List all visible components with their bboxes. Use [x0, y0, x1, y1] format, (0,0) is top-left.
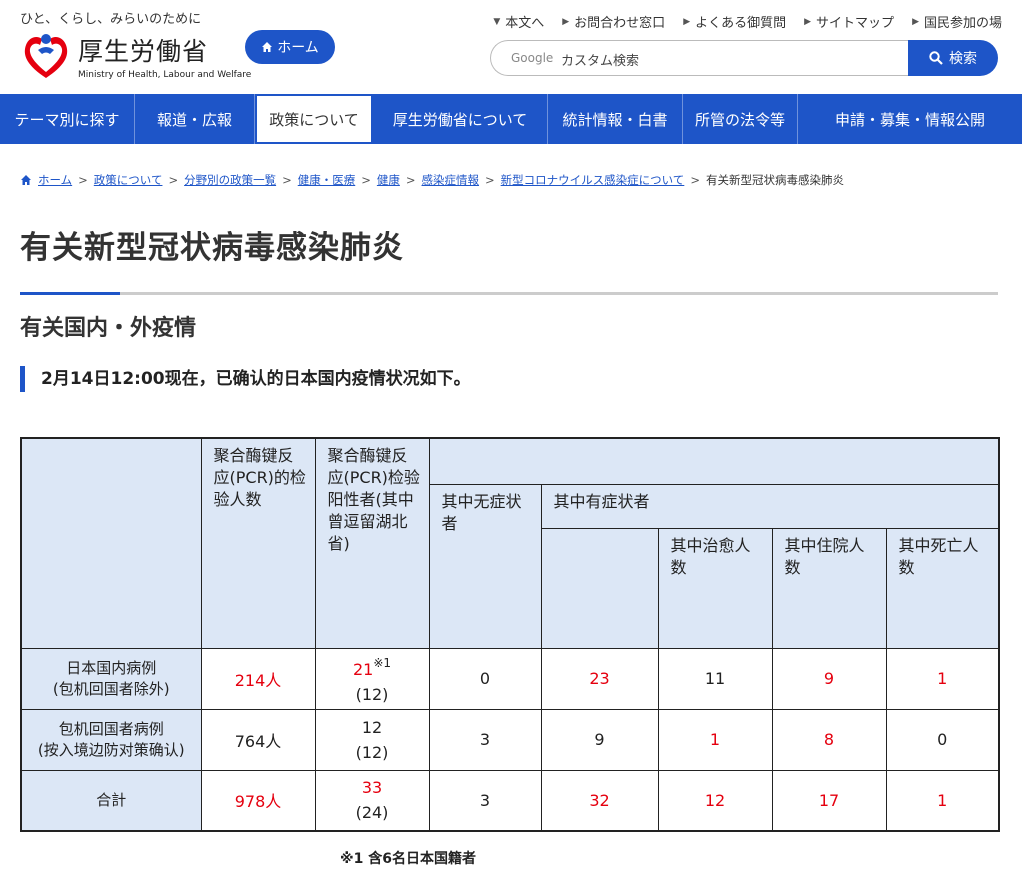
faq-link[interactable]: ▶ よくある御質問: [683, 12, 786, 31]
chevron-down-icon: ▼: [493, 16, 501, 27]
nav-policy[interactable]: 政策について: [255, 94, 373, 144]
header-symptomatic: 其中有症状者: [540, 483, 1000, 529]
cell-positive: 33 (24): [314, 769, 430, 832]
footnote: ※1 含6名日本国籍者: [340, 851, 476, 867]
header-deaths: 其中死亡人数: [885, 527, 1000, 649]
table-row: 日本国内病例 (包机回国者除外) 214人 21※1 (12) 0 23 11 9 …: [20, 647, 1000, 710]
cell-tested: 764人: [200, 708, 316, 771]
nav-theme[interactable]: テーマ別に探す: [0, 94, 135, 144]
header-symptomatic-spacer: [541, 528, 659, 649]
row-label: 包机回国者病例 (按入境边防对策确认): [20, 708, 202, 771]
house-icon: [21, 175, 31, 185]
header-asymptomatic: 其中无症状者: [428, 483, 542, 649]
cell-positive: 21※1 (12): [314, 647, 430, 710]
search-button[interactable]: 検索: [908, 40, 998, 76]
title-divider: [20, 292, 998, 295]
nav-applications[interactable]: 申請・募集・情報公開: [798, 94, 1022, 144]
row-label: 合計: [20, 769, 202, 832]
cell-recovered: 12: [657, 769, 773, 832]
cell-recovered: 11: [657, 647, 773, 710]
header-pcr-tested: 聚合酶键反应(PCR)的检验人数: [200, 437, 316, 649]
cell-symptomatic: 32: [540, 769, 659, 832]
cell-symptomatic: 23: [540, 647, 659, 710]
chevron-right-icon: ▶: [912, 16, 919, 27]
header-pcr-positive: 聚合酶键反应(PCR)检验阳性者(其中曾逗留湖北省): [314, 437, 430, 649]
breadcrumb-link[interactable]: ホーム: [38, 172, 72, 188]
public-participation-link[interactable]: ▶ 国民参加の場: [912, 12, 1002, 31]
cell-hospitalized: 8: [771, 708, 887, 771]
cell-symptomatic: 9: [540, 708, 659, 771]
cell-hospitalized: 9: [771, 647, 887, 710]
table-row: 包机回国者病例 (按入境边防对策确认) 764人 12 (12) 3 9 1 8 0: [20, 708, 1000, 771]
contact-link[interactable]: ▶ お問合わせ窓口: [562, 12, 665, 31]
row-label: 日本国内病例 (包机回国者除外): [20, 647, 202, 710]
search-placeholder: カスタム検索: [561, 54, 640, 69]
cell-asymptomatic: 3: [428, 769, 542, 832]
site-search: Google カスタム検索 検索: [490, 40, 998, 76]
search-button-label: 検索: [949, 51, 977, 67]
sitemap-link[interactable]: ▶ サイトマップ: [804, 12, 894, 31]
cell-recovered: 1: [657, 708, 773, 771]
breadcrumb-link[interactable]: 新型コロナウイルス感染症について: [501, 172, 685, 188]
footnote-marker[interactable]: ※1: [373, 656, 391, 670]
table-row: 合計 978人 33 (24) 3 32 12 17 1: [20, 769, 1000, 832]
google-label: Google: [511, 51, 554, 65]
chevron-right-icon: ▶: [683, 16, 691, 27]
cell-asymptomatic: 3: [428, 708, 542, 771]
nav-laws[interactable]: 所管の法令等: [683, 94, 798, 144]
breadcrumb-current: 有关新型冠状病毒感染肺炎: [705, 173, 844, 187]
nav-statistics[interactable]: 統計情報・白書: [548, 94, 683, 144]
case-table: 聚合酶键反应(PCR)的检验人数 聚合酶键反应(PCR)检验阳性者(其中曾逗留湖…: [20, 437, 1000, 832]
chevron-right-icon: ▶: [562, 16, 570, 27]
skip-to-content-link[interactable]: ▼ 本文へ: [493, 12, 544, 31]
home-button[interactable]: ホーム: [245, 30, 335, 64]
breadcrumb-link[interactable]: 政策について: [94, 172, 163, 188]
nav-about-ministry[interactable]: 厚生労働省について: [373, 94, 548, 144]
cell-positive: 12 (12): [314, 708, 430, 771]
cell-tested: 978人: [200, 769, 316, 832]
header-hospitalized: 其中住院人数: [771, 527, 887, 649]
header-group: [428, 437, 1000, 485]
page-title: 有关新型冠状病毒感染肺炎: [20, 230, 404, 266]
logo-english-name: Ministry of Health, Labour and Welfare: [78, 70, 252, 80]
cell-deaths: 1: [885, 769, 1000, 832]
header-recovered: 其中治愈人数: [657, 527, 773, 649]
breadcrumb-link[interactable]: 感染症情報: [422, 172, 480, 188]
chevron-right-icon: ▶: [804, 16, 812, 27]
global-nav: テーマ別に探す 報道・広報 政策について 厚生労働省について 統計情報・白書 所…: [0, 94, 1022, 144]
nav-press[interactable]: 報道・広報: [135, 94, 255, 144]
cell-deaths: 1: [885, 647, 1000, 710]
cell-hospitalized: 17: [771, 769, 887, 832]
utility-links: ▼ 本文へ ▶ お問合わせ窓口 ▶ よくある御質問 ▶ サイトマップ ▶ 国民参加の場: [493, 12, 1002, 31]
cell-deaths: 0: [885, 708, 1000, 771]
breadcrumb-link[interactable]: 健康・医療: [298, 172, 356, 188]
breadcrumb-link[interactable]: 分野別の政策一覧: [184, 172, 276, 188]
breadcrumb-link[interactable]: 健康: [377, 172, 400, 188]
site-tagline: ひと、くらし、みらいのために: [20, 12, 202, 27]
site-logo[interactable]: 厚生労働省 Ministry of Health, Labour and Wel…: [20, 28, 251, 88]
lead-text: 2月14日12:00现在，已确认的日本国内疫情状况如下。: [20, 366, 471, 392]
section-title: 有关国内・外疫情: [20, 316, 197, 341]
mhlw-logo-icon: [24, 34, 68, 78]
cell-tested: 214人: [200, 647, 316, 710]
house-icon: [262, 42, 273, 52]
search-input[interactable]: Google カスタム検索: [490, 40, 911, 76]
cell-asymptomatic: 0: [428, 647, 542, 710]
search-icon: [929, 51, 943, 65]
header-empty: [20, 437, 202, 649]
home-button-label: ホーム: [277, 40, 319, 56]
logo-name: 厚生労働省: [78, 37, 209, 66]
breadcrumb: ホーム > 政策について > 分野別の政策一覧 > 健康・医療 > 健康 > 感染症情報 >…: [20, 172, 844, 188]
